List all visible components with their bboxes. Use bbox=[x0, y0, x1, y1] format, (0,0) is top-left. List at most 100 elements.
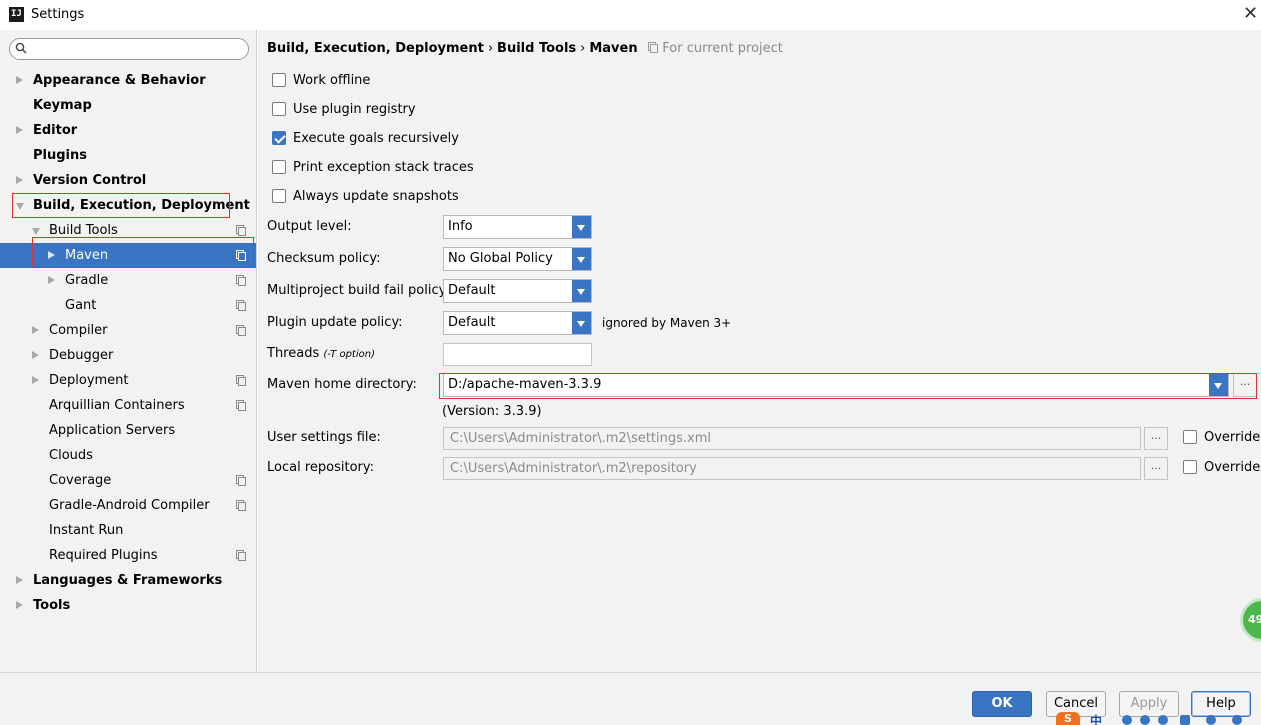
project-scope-icon bbox=[236, 325, 246, 336]
expand-arrow-icon[interactable] bbox=[16, 68, 26, 93]
threads-input[interactable] bbox=[443, 343, 592, 366]
dropdown-arrow-icon[interactable] bbox=[1209, 374, 1228, 396]
maven-home-select[interactable]: D:/apache-maven-3.3.9 bbox=[443, 373, 1229, 397]
maven-version-text: (Version: 3.3.9) bbox=[442, 404, 542, 419]
sidebar-item-label: Deployment bbox=[49, 373, 129, 388]
sidebar-item-coverage[interactable]: Coverage bbox=[0, 468, 256, 493]
execute-goals-recursively-checkbox[interactable]: Execute goals recursively bbox=[272, 130, 459, 150]
expand-arrow-icon[interactable] bbox=[16, 568, 26, 593]
sidebar-item-gradle[interactable]: Gradle bbox=[0, 268, 256, 293]
sidebar-item-tools[interactable]: Tools bbox=[0, 593, 256, 618]
tray-shirt-icon[interactable] bbox=[1206, 715, 1216, 725]
use-plugin-registry-checkbox[interactable]: Use plugin registry bbox=[272, 101, 416, 121]
breadcrumb: Build, Execution, Deployment › Build Tools… bbox=[267, 41, 783, 56]
checkbox-box[interactable] bbox=[272, 131, 286, 145]
expand-arrow-icon[interactable] bbox=[48, 268, 58, 293]
print-exception-stack-traces-checkbox[interactable]: Print exception stack traces bbox=[272, 159, 474, 179]
sidebar-item-required-plugins[interactable]: Required Plugins bbox=[0, 543, 256, 568]
checkbox-box[interactable] bbox=[272, 102, 286, 116]
user-settings-override-checkbox[interactable]: Override bbox=[1183, 430, 1260, 445]
sidebar-item-keymap[interactable]: Keymap bbox=[0, 93, 256, 118]
sidebar-item-deployment[interactable]: Deployment bbox=[0, 368, 256, 393]
sidebar-item-appearance-behavior[interactable]: Appearance & Behavior bbox=[0, 68, 256, 93]
sidebar-item-label: Editor bbox=[33, 123, 78, 138]
sidebar-item-build-execution-deployment[interactable]: Build, Execution, Deployment bbox=[0, 193, 256, 218]
tray-network-icon[interactable] bbox=[1140, 715, 1150, 725]
expand-arrow-icon[interactable] bbox=[32, 368, 42, 393]
sidebar-item-gant[interactable]: Gant bbox=[0, 293, 256, 318]
expand-arrow-icon[interactable] bbox=[16, 118, 26, 143]
sidebar-item-label: Required Plugins bbox=[49, 548, 158, 563]
maven-home-browse-button[interactable]: ... bbox=[1233, 373, 1257, 397]
dropdown-arrow-icon[interactable] bbox=[572, 248, 591, 270]
local-repository-input[interactable]: C:\Users\Administrator\.m2\repository bbox=[443, 457, 1141, 480]
breadcrumb-separator: › bbox=[487, 41, 494, 56]
checksum-policy-select[interactable]: No Global Policy bbox=[443, 247, 592, 271]
sogou-input-icon[interactable]: S bbox=[1056, 712, 1080, 725]
expand-arrow-icon[interactable] bbox=[32, 318, 42, 343]
expand-arrow-icon[interactable] bbox=[16, 168, 26, 193]
system-tray: S 中 bbox=[1056, 710, 1261, 725]
local-repository-browse-button[interactable]: ... bbox=[1144, 457, 1168, 480]
sidebar-item-label: Gradle bbox=[65, 273, 109, 288]
sidebar-item-arquillian-containers[interactable]: Arquillian Containers bbox=[0, 393, 256, 418]
dropdown-arrow-icon[interactable] bbox=[572, 280, 591, 302]
input-value: C:\Users\Administrator\.m2\repository bbox=[450, 461, 697, 476]
input-language-indicator[interactable]: 中 bbox=[1090, 712, 1102, 725]
sidebar-item-clouds[interactable]: Clouds bbox=[0, 443, 256, 468]
sidebar-item-instant-run[interactable]: Instant Run bbox=[0, 518, 256, 543]
sidebar-item-compiler[interactable]: Compiler bbox=[0, 318, 256, 343]
tray-microphone-icon[interactable] bbox=[1158, 715, 1168, 725]
select-value: Info bbox=[448, 219, 473, 234]
sidebar-item-application-servers[interactable]: Application Servers bbox=[0, 418, 256, 443]
sidebar-item-maven[interactable]: Maven bbox=[0, 243, 256, 268]
close-icon[interactable]: ✕ bbox=[1243, 5, 1259, 23]
checkbox-box[interactable] bbox=[272, 160, 286, 174]
always-update-snapshots-checkbox[interactable]: Always update snapshots bbox=[272, 188, 459, 208]
checkbox-box[interactable] bbox=[1183, 430, 1197, 444]
sidebar-item-version-control[interactable]: Version Control bbox=[0, 168, 256, 193]
user-settings-browse-button[interactable]: ... bbox=[1144, 427, 1168, 450]
tray-settings-icon[interactable] bbox=[1232, 715, 1242, 725]
sidebar-item-label: Build, Execution, Deployment bbox=[33, 198, 250, 213]
sidebar-item-plugins[interactable]: Plugins bbox=[0, 143, 256, 168]
dropdown-arrow-icon[interactable] bbox=[572, 312, 591, 334]
breadcrumb-item: Maven bbox=[589, 41, 638, 56]
checkbox-box[interactable] bbox=[272, 73, 286, 87]
plugin-update-policy-select[interactable]: Default bbox=[443, 311, 592, 335]
local-repository-override-checkbox[interactable]: Override bbox=[1183, 460, 1260, 475]
expand-arrow-icon[interactable] bbox=[48, 243, 58, 268]
expand-arrow-icon[interactable] bbox=[32, 343, 42, 368]
checkbox-box[interactable] bbox=[1183, 460, 1197, 474]
dropdown-arrow-icon[interactable] bbox=[572, 216, 591, 238]
sidebar-item-languages-frameworks[interactable]: Languages & Frameworks bbox=[0, 568, 256, 593]
threads-hint: (-T option) bbox=[323, 349, 375, 360]
checkbox-label: Print exception stack traces bbox=[293, 160, 474, 175]
checkbox-box[interactable] bbox=[272, 189, 286, 203]
search-input[interactable] bbox=[9, 38, 249, 60]
sidebar-item-build-tools[interactable]: Build Tools bbox=[0, 218, 256, 243]
sidebar-item-debugger[interactable]: Debugger bbox=[0, 343, 256, 368]
multiproject-fail-policy-select[interactable]: Default bbox=[443, 279, 592, 303]
sidebar-item-label: Plugins bbox=[33, 148, 87, 163]
breadcrumb-item: Build, Execution, Deployment bbox=[267, 41, 484, 56]
checkbox-label: Execute goals recursively bbox=[293, 131, 459, 146]
local-repository-label: Local repository: bbox=[267, 460, 374, 475]
output-level-select[interactable]: Info bbox=[443, 215, 592, 239]
expand-arrow-icon[interactable] bbox=[16, 593, 26, 618]
tray-keyboard-icon[interactable] bbox=[1180, 715, 1190, 725]
user-settings-input[interactable]: C:\Users\Administrator\.m2\settings.xml bbox=[443, 427, 1141, 450]
collapse-arrow-icon[interactable] bbox=[16, 193, 26, 218]
project-scope-icon bbox=[236, 300, 246, 311]
scope-note: For current project bbox=[648, 41, 783, 56]
tray-punctuation-icon[interactable] bbox=[1122, 715, 1132, 725]
sidebar-item-editor[interactable]: Editor bbox=[0, 118, 256, 143]
sidebar-item-label: Languages & Frameworks bbox=[33, 573, 223, 588]
collapse-arrow-icon[interactable] bbox=[32, 218, 42, 243]
sidebar-item-gradle-android-compiler[interactable]: Gradle-Android Compiler bbox=[0, 493, 256, 518]
ok-button[interactable]: OK bbox=[972, 691, 1032, 717]
plugin-update-policy-label: Plugin update policy: bbox=[267, 315, 403, 330]
sidebar-item-label: Gradle-Android Compiler bbox=[49, 498, 210, 513]
sidebar-item-label: Debugger bbox=[49, 348, 114, 363]
work-offline-checkbox[interactable]: Work offline bbox=[272, 72, 370, 92]
